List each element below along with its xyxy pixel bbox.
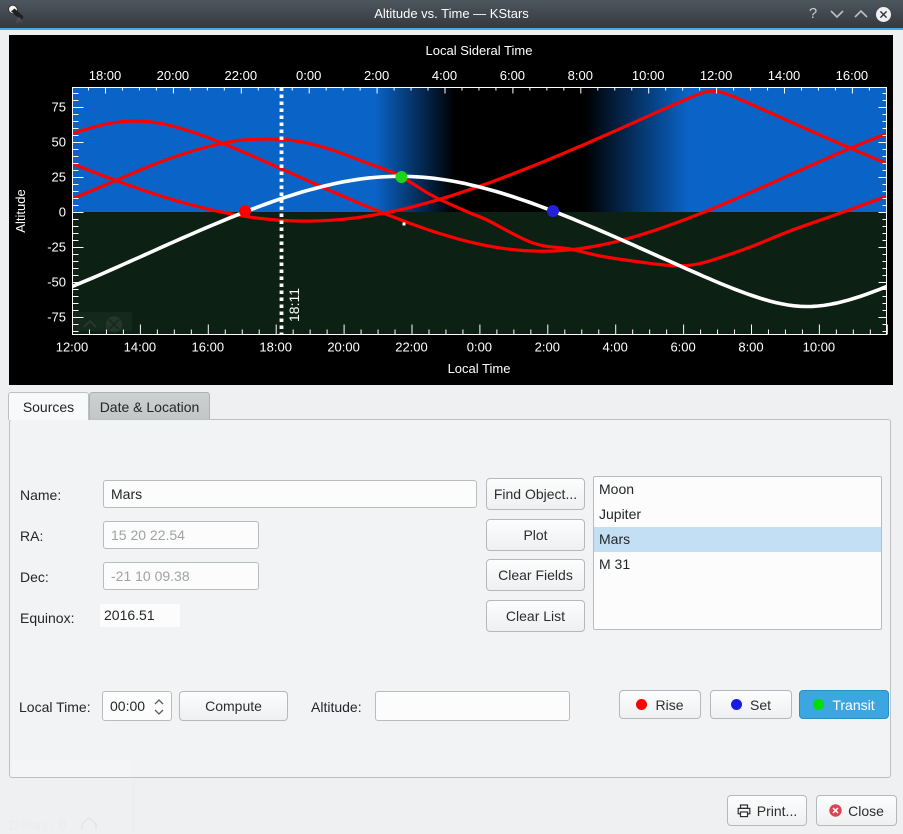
svg-text:2:00: 2:00 bbox=[535, 340, 560, 355]
svg-text:8:00: 8:00 bbox=[738, 340, 763, 355]
svg-text:14:00: 14:00 bbox=[124, 340, 157, 355]
svg-text:75: 75 bbox=[52, 100, 66, 115]
svg-text:10:00: 10:00 bbox=[803, 340, 836, 355]
svg-text:16:00: 16:00 bbox=[192, 340, 225, 355]
svg-text:12:00: 12:00 bbox=[700, 68, 733, 83]
svg-text:Altitude: Altitude bbox=[13, 189, 28, 232]
svg-text:18:00: 18:00 bbox=[89, 68, 122, 83]
svg-text:18:11: 18:11 bbox=[286, 288, 302, 322]
svg-text:14:00: 14:00 bbox=[768, 68, 801, 83]
svg-text:20:00: 20:00 bbox=[327, 340, 360, 355]
svg-text:25: 25 bbox=[52, 170, 66, 185]
svg-text:6:00: 6:00 bbox=[670, 340, 695, 355]
svg-text:6:00: 6:00 bbox=[500, 68, 525, 83]
svg-text:8:00: 8:00 bbox=[568, 68, 593, 83]
svg-text:10:00: 10:00 bbox=[632, 68, 665, 83]
svg-text:12:00: 12:00 bbox=[56, 340, 89, 355]
svg-text:22:00: 22:00 bbox=[225, 68, 258, 83]
svg-text:4:00: 4:00 bbox=[432, 68, 457, 83]
svg-text:18:00: 18:00 bbox=[259, 340, 292, 355]
svg-text:0:00: 0:00 bbox=[467, 340, 492, 355]
svg-text:50: 50 bbox=[52, 135, 66, 150]
svg-text:4:00: 4:00 bbox=[603, 340, 628, 355]
svg-text:0:00: 0:00 bbox=[296, 68, 321, 83]
svg-text:0: 0 bbox=[59, 205, 66, 220]
svg-text:20:00: 20:00 bbox=[157, 68, 190, 83]
svg-text:Local Time: Local Time bbox=[448, 361, 511, 376]
svg-text:-50: -50 bbox=[47, 275, 66, 290]
svg-text:Local Sideral Time: Local Sideral Time bbox=[426, 43, 533, 58]
svg-text:2:00: 2:00 bbox=[364, 68, 389, 83]
svg-text:22:00: 22:00 bbox=[395, 340, 428, 355]
svg-text:16:00: 16:00 bbox=[836, 68, 869, 83]
svg-text:-75: -75 bbox=[47, 310, 66, 325]
svg-text:-25: -25 bbox=[47, 240, 66, 255]
